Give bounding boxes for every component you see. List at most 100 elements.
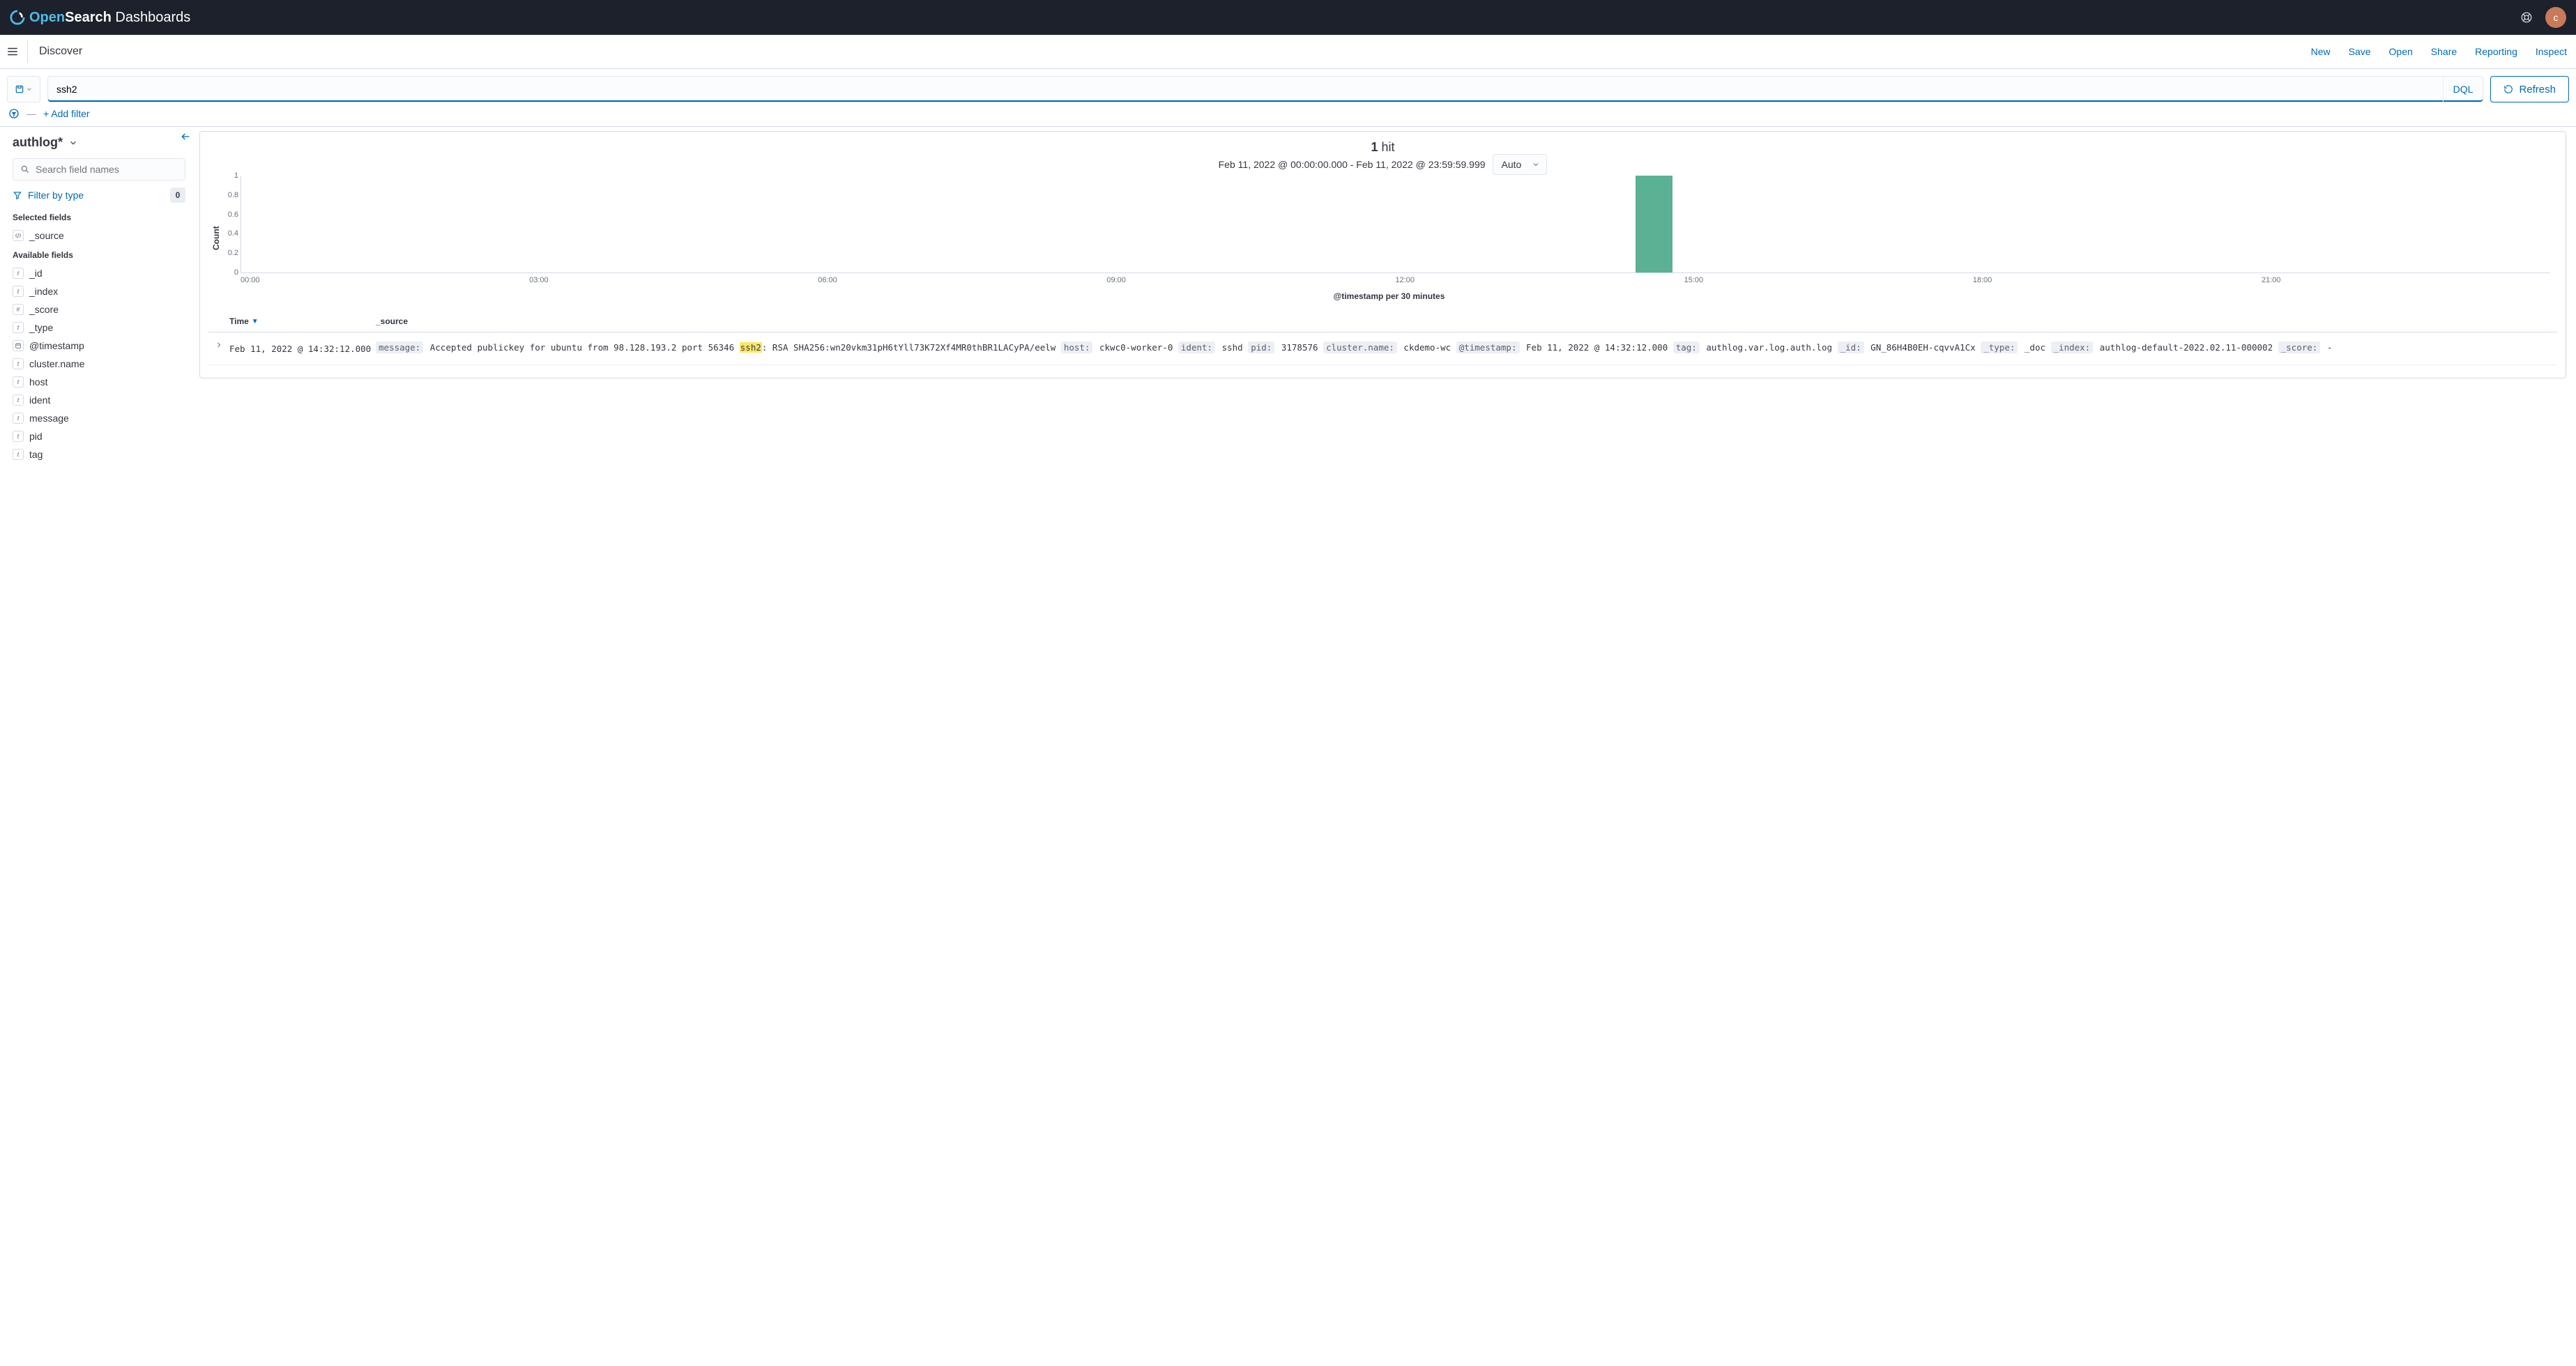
field-name: ident bbox=[29, 394, 50, 406]
histogram-bar[interactable] bbox=[1636, 176, 1672, 273]
chevron-right-icon bbox=[215, 341, 223, 349]
field-type-icon: t bbox=[13, 358, 24, 369]
column-time-label: Time bbox=[229, 316, 249, 326]
dql-toggle[interactable]: DQL bbox=[2443, 77, 2483, 102]
field-type-icon: t bbox=[13, 286, 24, 297]
field-name: _id bbox=[29, 268, 43, 279]
field-type-icon: t bbox=[13, 376, 24, 387]
x-tick: 18:00 bbox=[1973, 276, 2262, 284]
nav-toggle-button[interactable] bbox=[6, 40, 28, 63]
field-item[interactable]: @timestamp bbox=[13, 337, 185, 355]
field-item[interactable]: t_index bbox=[13, 282, 185, 300]
collapse-icon bbox=[180, 131, 191, 142]
field-item[interactable]: tpid bbox=[13, 427, 185, 445]
field-item[interactable]: t_type bbox=[13, 319, 185, 337]
filter-icon bbox=[13, 190, 22, 200]
field-type-icon: t bbox=[13, 413, 24, 424]
histogram-chart: Count 00.20.40.60.81 00:0003:0006:0009:0… bbox=[208, 176, 2557, 301]
field-name: @timestamp bbox=[29, 340, 84, 351]
help-icon[interactable] bbox=[2520, 11, 2533, 24]
field-key: _type: bbox=[1981, 342, 2018, 353]
field-name: tag bbox=[29, 449, 43, 460]
brand[interactable]: OpenSearch Dashboards bbox=[10, 10, 190, 26]
field-key: pid: bbox=[1248, 342, 1274, 353]
y-tick: 0.6 bbox=[222, 210, 238, 219]
field-name: cluster.name bbox=[29, 358, 84, 369]
field-name: pid bbox=[29, 431, 43, 442]
nav-open[interactable]: Open bbox=[2380, 46, 2422, 57]
x-tick: 09:00 bbox=[1106, 276, 1395, 284]
query-input[interactable] bbox=[48, 77, 2443, 102]
field-key: _id: bbox=[1838, 342, 1864, 353]
nav-inspect[interactable]: Inspect bbox=[2527, 46, 2576, 57]
selected-fields-header: Selected fields bbox=[13, 213, 185, 222]
y-tick: 0 bbox=[222, 268, 238, 277]
chart-x-label: @timestamp per 30 minutes bbox=[221, 291, 2557, 301]
column-time[interactable]: Time ▼ bbox=[229, 316, 376, 326]
brand-open: Open bbox=[29, 10, 65, 25]
column-source[interactable]: _source bbox=[376, 316, 2557, 326]
disk-save-icon bbox=[15, 84, 24, 94]
fields-sidebar: authlog* Filter by type 0 Selected field… bbox=[0, 127, 195, 1366]
field-item[interactable]: t cluster.name bbox=[13, 355, 185, 373]
y-tick: 0.4 bbox=[222, 229, 238, 238]
filter-by-type-button[interactable]: Filter by type 0 bbox=[13, 187, 185, 203]
field-item[interactable]: ttag bbox=[13, 445, 185, 463]
field-search[interactable] bbox=[13, 158, 185, 181]
y-tick: 1 bbox=[222, 171, 238, 180]
collapse-sidebar-button[interactable] bbox=[180, 131, 191, 142]
query-input-wrap: DQL bbox=[47, 76, 2483, 102]
field-type-icon: # bbox=[13, 304, 24, 315]
field-item[interactable]: _source bbox=[13, 227, 185, 245]
refresh-button[interactable]: Refresh bbox=[2490, 76, 2569, 102]
field-key: @timestamp: bbox=[1456, 342, 1520, 353]
field-key: message: bbox=[376, 342, 423, 353]
nav-save[interactable]: Save bbox=[2340, 46, 2380, 57]
field-name: message bbox=[29, 413, 69, 424]
time-range-text: Feb 11, 2022 @ 00:00:00.000 - Feb 11, 20… bbox=[1219, 159, 1486, 170]
field-item[interactable]: # _score bbox=[13, 300, 185, 319]
filter-by-type-label: Filter by type bbox=[28, 190, 84, 201]
field-type-icon: t bbox=[13, 431, 24, 442]
field-key: tag: bbox=[1673, 342, 1700, 353]
avatar-initial: c bbox=[2554, 12, 2559, 23]
chart-plot-area[interactable]: 00.20.40.60.81 bbox=[241, 176, 2550, 273]
nav-share[interactable]: Share bbox=[2422, 46, 2466, 57]
user-avatar[interactable]: c bbox=[2545, 7, 2566, 28]
index-pattern-selector[interactable]: authlog* bbox=[13, 135, 185, 150]
field-item[interactable]: tident bbox=[13, 391, 185, 409]
expand-row-button[interactable] bbox=[208, 339, 229, 358]
brand-dashboards: Dashboards bbox=[112, 10, 190, 25]
field-key: host: bbox=[1061, 342, 1093, 353]
nav-new[interactable]: New bbox=[2302, 46, 2340, 57]
x-tick: 06:00 bbox=[818, 276, 1106, 284]
field-type-icon bbox=[13, 340, 24, 351]
field-type-icon: t bbox=[13, 449, 24, 460]
nav-reporting[interactable]: Reporting bbox=[2466, 46, 2527, 57]
chart-x-axis: 00:0003:0006:0009:0012:0015:0018:0021:00 bbox=[241, 276, 2550, 284]
filter-menu-icon[interactable] bbox=[8, 108, 20, 119]
x-tick: 12:00 bbox=[1396, 276, 1684, 284]
field-item[interactable]: thost bbox=[13, 373, 185, 391]
chevron-down-icon bbox=[26, 86, 33, 93]
add-filter-button[interactable]: + Add filter bbox=[43, 108, 90, 119]
main-area: authlog* Filter by type 0 Selected field… bbox=[0, 127, 2576, 1366]
field-key: _index: bbox=[2051, 342, 2094, 353]
filter-divider: — bbox=[26, 108, 36, 119]
field-name: _score bbox=[29, 304, 59, 315]
interval-select[interactable]: Auto bbox=[1493, 154, 1548, 175]
column-source-label: _source bbox=[376, 316, 408, 326]
chevron-down-icon bbox=[68, 138, 78, 148]
saved-queries-button[interactable] bbox=[7, 76, 40, 102]
field-item[interactable]: t_id bbox=[13, 264, 185, 282]
chart-y-label: Count bbox=[208, 176, 221, 301]
field-type-icon bbox=[13, 230, 24, 241]
time-range-row: Feb 11, 2022 @ 00:00:00.000 - Feb 11, 20… bbox=[208, 159, 2557, 170]
results-panel: 1 hit Feb 11, 2022 @ 00:00:00.000 - Feb … bbox=[199, 131, 2566, 378]
field-item[interactable]: t message bbox=[13, 409, 185, 427]
field-search-input[interactable] bbox=[36, 164, 178, 175]
content-area: 1 hit Feb 11, 2022 @ 00:00:00.000 - Feb … bbox=[195, 127, 2576, 1366]
field-type-icon: t bbox=[13, 394, 24, 406]
field-key: ident: bbox=[1178, 342, 1215, 353]
field-name: _source bbox=[29, 230, 64, 241]
